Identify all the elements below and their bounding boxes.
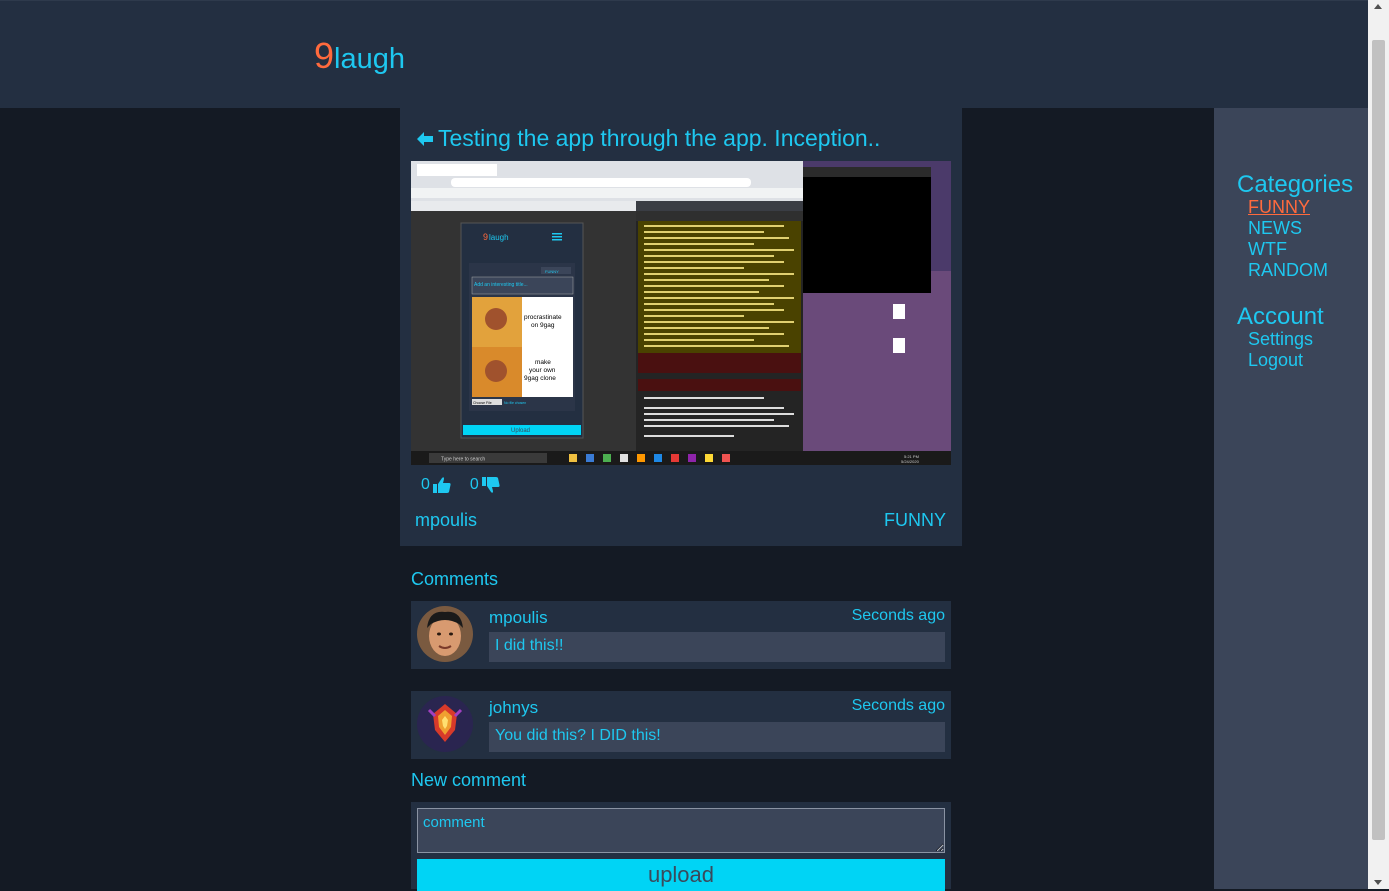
scroll-down-icon[interactable]: [1374, 880, 1382, 885]
scroll-up-icon[interactable]: [1374, 4, 1382, 9]
avatar[interactable]: [417, 696, 473, 752]
logo-number: 9: [314, 35, 335, 76]
user-photo-icon: [417, 606, 473, 662]
like-button[interactable]: 0: [421, 476, 452, 494]
mini-no-file: No file chosen: [504, 401, 526, 405]
comment-item: mpoulis Seconds ago I did this!!: [411, 601, 951, 669]
account-heading: Account: [1237, 303, 1324, 330]
mini-logo-word: laugh: [489, 233, 509, 242]
categories-heading: Categories: [1237, 171, 1354, 198]
sidebar-item-wtf[interactable]: WTF: [1248, 239, 1287, 260]
comments-heading: Comments: [411, 569, 499, 589]
post-category[interactable]: FUNNY: [884, 510, 946, 531]
page-scrollbar[interactable]: [1368, 0, 1389, 889]
comment-username[interactable]: johnys: [489, 698, 538, 718]
new-comment-form: upload: [411, 802, 951, 891]
comment-input[interactable]: [417, 808, 945, 853]
top-header: 9laugh: [0, 0, 1368, 108]
back-arrow-icon[interactable]: [415, 129, 435, 149]
mini-logo-number: 9: [483, 232, 488, 242]
sidebar-item-settings[interactable]: Settings: [1248, 329, 1313, 350]
post-card: Testing the app through the app. Incepti…: [400, 108, 962, 546]
logo-word: laugh: [334, 43, 405, 75]
comment-timestamp: Seconds ago: [851, 697, 945, 714]
comment-item: johnys Seconds ago You did this? I DID t…: [411, 691, 951, 759]
new-comment-heading: New comment: [411, 770, 527, 790]
scroll-thumb[interactable]: [1372, 40, 1385, 840]
post-author[interactable]: mpoulis: [415, 510, 477, 531]
upload-button[interactable]: upload: [417, 859, 945, 891]
comment-text: I did this!!: [489, 632, 945, 662]
mini-choose-file: Choose File: [473, 401, 492, 405]
comment-text: You did this? I DID this!: [489, 722, 945, 752]
post-title-text: Testing the app through the app. Incepti…: [438, 125, 881, 151]
screenshot-image: 9 laugh FUNNY Add an interesting title..…: [411, 161, 951, 465]
like-count: 0: [421, 476, 430, 493]
vote-bar: 0 0: [421, 476, 501, 494]
comment-timestamp: Seconds ago: [851, 607, 945, 624]
comment-username[interactable]: mpoulis: [489, 608, 548, 628]
avatar[interactable]: [417, 606, 473, 662]
taskbar-search: Type here to search: [441, 457, 485, 463]
thumbs-up-icon: [432, 477, 451, 493]
thumbs-down-icon: [481, 477, 500, 493]
sidebar-item-funny[interactable]: FUNNY: [1248, 197, 1310, 218]
sidebar-item-news[interactable]: NEWS: [1248, 218, 1302, 239]
sidebar-item-random[interactable]: RANDOM: [1248, 260, 1328, 281]
app-logo[interactable]: 9laugh: [314, 35, 405, 77]
mini-title-placeholder: Add an interesting title...: [474, 282, 528, 288]
dislike-count: 0: [469, 476, 479, 493]
post-image[interactable]: 9 laugh FUNNY Add an interesting title..…: [411, 161, 951, 465]
post-title: Testing the app through the app. Incepti…: [415, 125, 880, 152]
mini-upload: Upload: [511, 428, 530, 434]
user-emblem-icon: [417, 696, 473, 752]
dislike-button[interactable]: 0: [470, 476, 501, 494]
taskbar-date: 5/24/2020: [901, 459, 920, 464]
sidebar-item-logout[interactable]: Logout: [1248, 350, 1303, 371]
sidebar: Categories FUNNY NEWS WTF RANDOM Account…: [1214, 108, 1368, 889]
mini-select-text: FUNNY: [545, 269, 559, 274]
